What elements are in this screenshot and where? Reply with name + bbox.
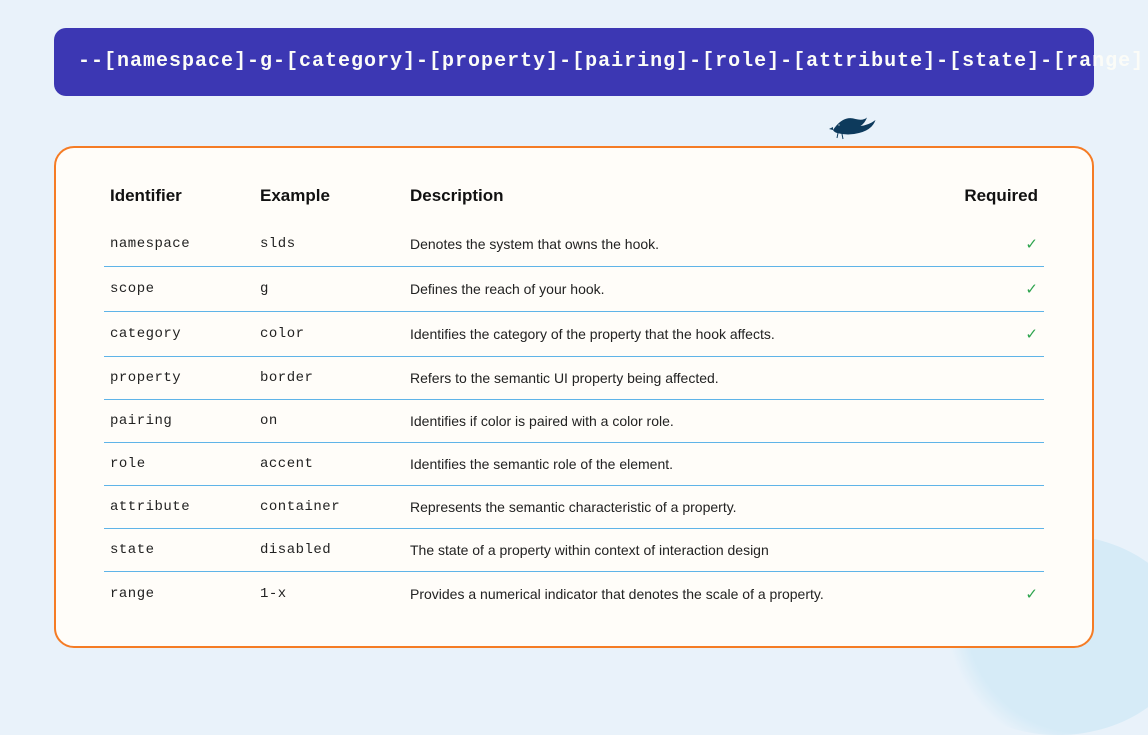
cell-description: Identifies the category of the property … [404,312,954,357]
table-header-row: Identifier Example Description Required [104,178,1044,222]
cell-identifier: property [104,357,254,400]
cell-required [954,357,1044,400]
cell-description: Represents the semantic characteristic o… [404,486,954,529]
cell-identifier: range [104,572,254,617]
bird-decoration-wrap [54,96,1094,146]
cell-required [954,486,1044,529]
cell-identifier: pairing [104,400,254,443]
cell-description: Defines the reach of your hook. [404,267,954,312]
cell-required: ✓ [954,222,1044,267]
column-header-identifier: Identifier [104,178,254,222]
table-row: statedisabledThe state of a property wit… [104,529,1044,572]
cell-example: slds [254,222,404,267]
column-header-description: Description [404,178,954,222]
cell-required: ✓ [954,572,1044,617]
cell-identifier: state [104,529,254,572]
identifiers-table: Identifier Example Description Required … [104,178,1044,616]
table-row: propertyborderRefers to the semantic UI … [104,357,1044,400]
cell-required [954,443,1044,486]
cell-description: The state of a property within context o… [404,529,954,572]
table-row: scopegDefines the reach of your hook. ✓ [104,267,1044,312]
cell-required: ✓ [954,267,1044,312]
cell-example: container [254,486,404,529]
cell-example: color [254,312,404,357]
cell-identifier: category [104,312,254,357]
bird-icon [827,110,879,140]
cell-description: Refers to the semantic UI property being… [404,357,954,400]
table-row: range1-xProvides a numerical indicator t… [104,572,1044,617]
table-row: categorycolorIdentifies the category of … [104,312,1044,357]
cell-description: Identifies if color is paired with a col… [404,400,954,443]
cell-required: ✓ [954,312,1044,357]
cell-example: g [254,267,404,312]
checkmark-icon: ✓ [1025,326,1038,343]
identifiers-table-card: Identifier Example Description Required … [54,146,1094,648]
cell-example: border [254,357,404,400]
checkmark-icon: ✓ [1025,586,1038,603]
cell-example: 1-x [254,572,404,617]
table-row: attributecontainerRepresents the semanti… [104,486,1044,529]
cell-required [954,400,1044,443]
table-row: namespacesldsDenotes the system that own… [104,222,1044,267]
table-row: roleaccentIdentifies the semantic role o… [104,443,1044,486]
cell-required [954,529,1044,572]
cell-example: disabled [254,529,404,572]
syntax-text: --[namespace]-g-[category]-[property]-[p… [78,50,1144,73]
column-header-example: Example [254,178,404,222]
cell-identifier: role [104,443,254,486]
cell-description: Identifies the semantic role of the elem… [404,443,954,486]
checkmark-icon: ✓ [1025,236,1038,253]
syntax-banner: --[namespace]-g-[category]-[property]-[p… [54,28,1094,96]
checkmark-icon: ✓ [1025,281,1038,298]
cell-identifier: attribute [104,486,254,529]
cell-description: Denotes the system that owns the hook. [404,222,954,267]
cell-description: Provides a numerical indicator that deno… [404,572,954,617]
table-row: pairingonIdentifies if color is paired w… [104,400,1044,443]
cell-identifier: namespace [104,222,254,267]
cell-identifier: scope [104,267,254,312]
cell-example: accent [254,443,404,486]
cell-example: on [254,400,404,443]
column-header-required: Required [954,178,1044,222]
